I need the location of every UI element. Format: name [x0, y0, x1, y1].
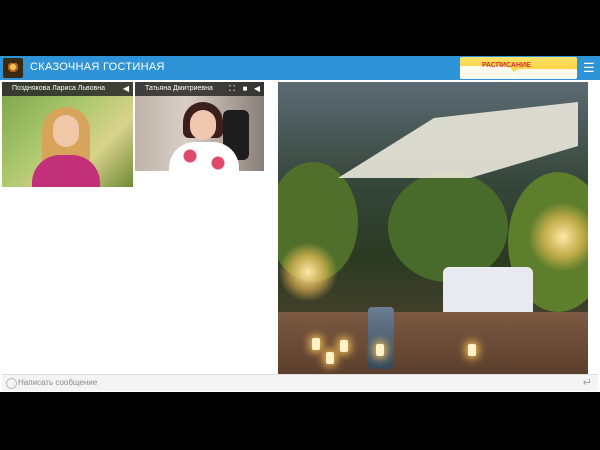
garden-pergola-photo: [278, 82, 588, 374]
candle: [340, 340, 348, 352]
candle: [326, 352, 334, 364]
enter-icon[interactable]: ↵: [583, 376, 592, 389]
wooden-deck: [278, 312, 588, 374]
pergola-canopy: [338, 102, 578, 178]
fullscreen-icon[interactable]: ⛶: [227, 84, 237, 94]
video-tile-1[interactable]: Позднякова Лариса Львовна ◀: [2, 82, 133, 187]
app-logo-icon: [3, 58, 23, 78]
candle: [468, 344, 476, 356]
tree-shape: [388, 172, 508, 282]
video-tile-2[interactable]: Татьяна Дмитриевна ⛶ ■ ◀: [135, 82, 264, 171]
participant-name-bar: Позднякова Лариса Львовна: [2, 82, 133, 96]
schedule-button[interactable]: РАСПИСАНИЕ: [460, 57, 577, 79]
hamburger-menu-icon[interactable]: ☰: [583, 61, 595, 75]
participant-name: Татьяна Дмитриевна: [145, 85, 213, 92]
chat-input-bar[interactable]: Написать сообщение ↵: [2, 374, 598, 391]
speaker-icon[interactable]: ◀: [252, 84, 262, 94]
participant-video: [32, 107, 100, 187]
camera-icon[interactable]: ■: [240, 84, 250, 94]
chat-placeholder: Написать сообщение: [18, 378, 98, 387]
participant-video: [169, 102, 239, 171]
speaker-icon[interactable]: ◀: [121, 84, 131, 94]
light-glow: [278, 242, 338, 302]
garden-table: [443, 267, 533, 317]
schedule-label: РАСПИСАНИЕ: [482, 62, 531, 69]
top-bar: СКАЗОЧНАЯ ГОСТИНАЯ РАСПИСАНИЕ ☰: [0, 56, 600, 80]
candle: [312, 338, 320, 350]
candle: [376, 344, 384, 356]
emoji-icon[interactable]: [6, 378, 17, 389]
lantern-shape: [368, 307, 394, 369]
room-title: СКАЗОЧНАЯ ГОСТИНАЯ: [30, 61, 165, 73]
participant-name: Позднякова Лариса Львовна: [12, 85, 106, 92]
